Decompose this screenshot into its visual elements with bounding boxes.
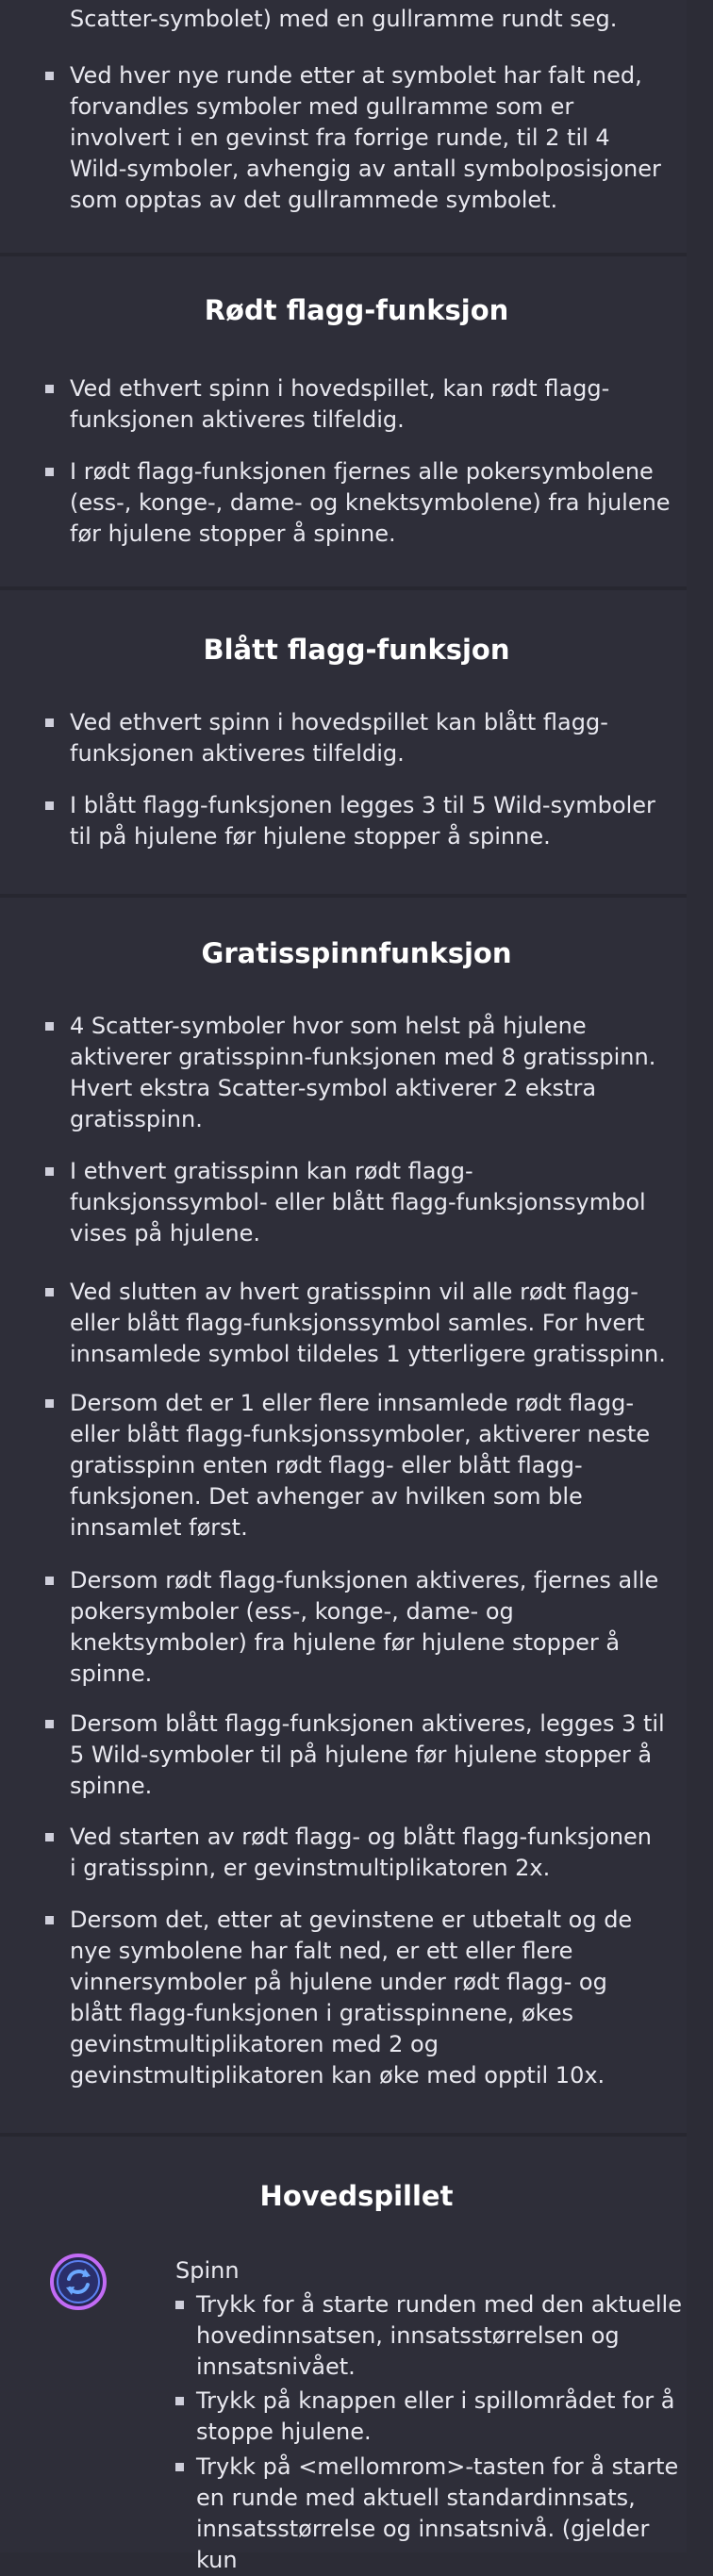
bullet-text: Trykk på <mellomrom>-tasten for å starte… [196,2453,679,2573]
bullet-text: Ved ethvert spinn i hovedspillet kan blå… [70,709,608,767]
bullet-icon [45,1167,54,1176]
scrollbar[interactable] [687,0,713,2552]
section-title: Blått flagg-funksjon [203,634,510,666]
section-title: Rødt flagg-funksjon [204,294,509,326]
bullet-text: Dersom det, etter at gevinstene er utbet… [70,1907,633,2089]
bullet-text: Ved slutten av hvert gratisspinn vil all… [70,1279,666,1367]
bullet-text: Dersom rødt flagg-funksjonen aktiveres, … [70,1567,659,1687]
intro-partial-line: Scatter-symbolet) med en gullramme rundt… [70,6,618,32]
main-game-section: Hovedspillet Spinn Trykk for å starte ru… [0,2137,687,2573]
section-title: Hovedspillet [259,2180,454,2212]
bullet-text: Trykk på knappen eller i spillområdet fo… [196,2387,675,2445]
bullet-icon [45,468,54,476]
spin-label: Spinn [175,2257,240,2284]
bullet-text: I ethvert gratisspinn kan rødt flagg- fu… [70,1158,646,1247]
blue-flag-section: Blått flagg-funksjon Ved ethvert spinn i… [0,590,687,894]
bullet-text: I rødt flagg-funksjonen fjernes alle pok… [70,458,671,547]
bullet-text: Ved ethvert spinn i hovedspillet, kan rø… [70,375,610,433]
section-title: Gratisspinnfunksjon [201,937,512,969]
free-spins-section: Gratisspinnfunksjon 4 Scatter-symboler h… [0,898,687,2133]
bullet-icon [45,72,54,80]
bullet-text: 4 Scatter-symboler hvor som helst på hju… [70,1013,656,1132]
bullet-text: Dersom blått flagg-funksjonen aktiveres,… [70,1710,665,1799]
bullet-icon [45,718,54,727]
bullet-icon [45,1833,54,1841]
bullet-text: Trykk for å starte runden med den aktuel… [196,2291,682,2380]
bullet-icon [175,2397,184,2405]
help-page: Scatter-symbolet) med en gullramme rundt… [0,0,687,2573]
bullet-icon [45,1399,54,1408]
bullet-icon [45,1720,54,1728]
bullet-icon [45,385,54,393]
spin-refresh-icon [49,2253,108,2311]
bullet-icon [175,2301,184,2309]
bullet-icon [45,1022,54,1031]
bullet-text: Dersom det er 1 eller flere innsamlede r… [70,1390,651,1541]
red-flag-section: Rødt flagg-funksjon Ved ethvert spinn i … [0,256,687,586]
bullet-text: Ved starten av rødt flagg- og blått flag… [70,1824,653,1881]
bullet-icon [45,1916,54,1924]
intro-section: Scatter-symbolet) med en gullramme rundt… [0,0,687,253]
bullet-icon [45,1577,54,1585]
bullet-text: I blått flagg-funksjonen legges 3 til 5 … [70,792,655,850]
intro-bullet-text: Ved hver nye runde etter at symbolet har… [70,62,661,213]
bullet-icon [45,801,54,810]
bullet-icon [45,1288,54,1296]
bullet-icon [175,2463,184,2471]
